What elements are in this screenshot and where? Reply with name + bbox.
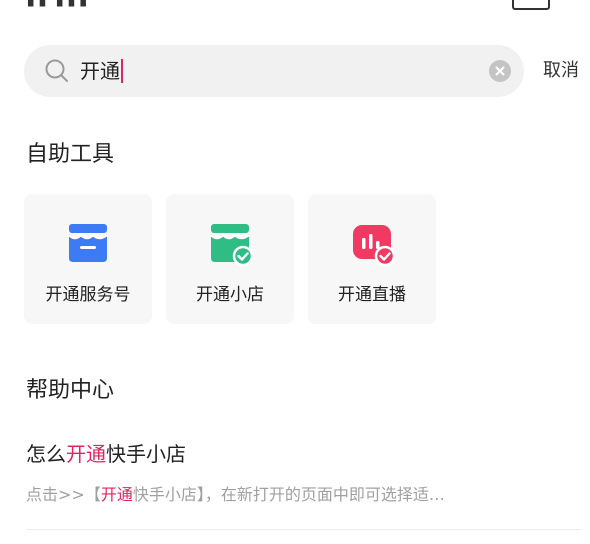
close-icon <box>495 66 505 76</box>
help-desc-after: 快手小店】，在新打开的页面中即可选择适… <box>132 485 445 504</box>
help-desc-before: 点击>>【 <box>26 485 101 504</box>
help-article-description: 点击>>【开通快手小店】，在新打开的页面中即可选择适… <box>26 484 576 506</box>
help-title-after: 快手小店 <box>106 442 186 466</box>
help-title-before: 怎么 <box>26 442 66 466</box>
search-row: 开通 取消 <box>24 45 584 97</box>
tool-label: 开通小店 <box>196 285 264 305</box>
store-check-icon <box>210 224 253 266</box>
divider <box>26 529 582 530</box>
help-desc-highlight: 开通 <box>100 485 133 504</box>
self-service-tools-title: 自助工具 <box>26 142 115 167</box>
cancel-button[interactable]: 取消 <box>543 59 579 83</box>
search-query: 开通 <box>80 58 123 84</box>
help-article-title[interactable]: 怎么开通快手小店 <box>26 440 186 468</box>
battery-icon <box>512 0 550 10</box>
search-input[interactable]: 开通 <box>24 45 524 97</box>
tool-open-service-account[interactable]: 开通服务号 <box>24 194 152 324</box>
status-bar: ▌▌ ▌▌▌ <box>0 0 590 10</box>
status-bar-signal: ▌▌ ▌▌▌ <box>28 0 92 7</box>
help-title-highlight: 开通 <box>66 442 106 466</box>
service-account-store-icon <box>68 224 108 262</box>
tool-label: 开通服务号 <box>45 285 131 305</box>
help-center-title: 帮助中心 <box>26 378 115 403</box>
clear-button[interactable] <box>489 60 511 82</box>
tool-label: 开通直播 <box>338 285 406 305</box>
tool-open-store[interactable]: 开通小店 <box>166 194 294 324</box>
text-caret <box>121 59 123 83</box>
tool-open-live[interactable]: 开通直播 <box>308 194 436 324</box>
search-icon <box>45 59 68 82</box>
live-check-icon <box>353 225 395 266</box>
